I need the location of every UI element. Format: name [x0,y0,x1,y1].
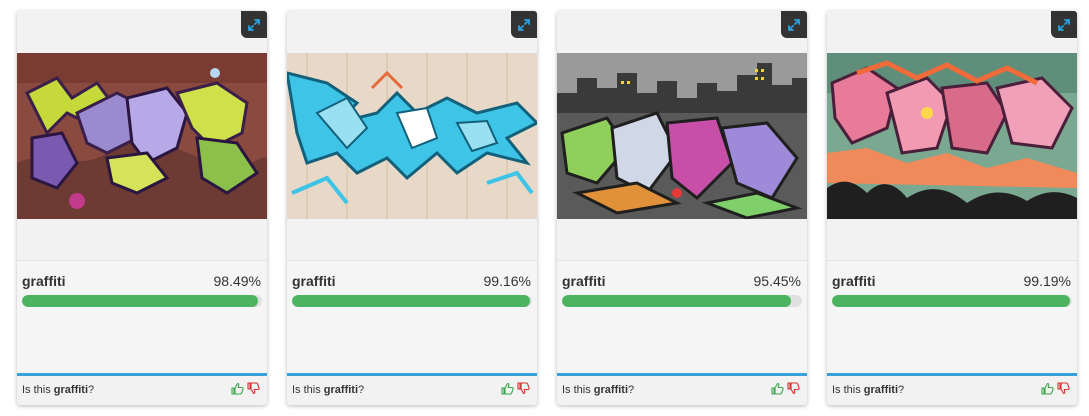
thumbs-up-icon[interactable] [501,382,514,395]
graffiti-image[interactable] [17,53,267,219]
prediction-result: graffiti 99.16% [287,260,537,373]
expand-button[interactable] [241,11,267,38]
feedback-bar: Is this graffiti? [287,373,537,405]
confidence-bar-fill [562,295,792,307]
prediction-card: graffiti 99.16% Is this graffiti? [287,11,537,405]
expand-icon [787,18,801,32]
prediction-result: graffiti 99.19% [827,260,1077,373]
prediction-card: graffiti 99.19% Is this graffiti? [827,11,1077,405]
confidence-bar-fill [22,295,259,307]
prediction-card: graffiti 98.49% Is this graffiti? [17,11,267,405]
graffiti-image[interactable] [287,53,537,219]
feedback-bar: Is this graffiti? [17,373,267,405]
feedback-question: Is this graffiti? [292,384,365,396]
graffiti-image[interactable] [827,53,1077,219]
thumbs-up-icon[interactable] [771,382,784,395]
feedback-bar: Is this graffiti? [827,373,1077,405]
graffiti-image[interactable] [557,53,807,219]
confidence-bar [292,295,532,307]
thumbs-up-icon[interactable] [1041,382,1054,395]
thumbs-down-icon[interactable] [1057,382,1070,395]
feedback-question: Is this graffiti? [22,384,95,396]
thumbs-down-icon[interactable] [247,382,260,395]
expand-icon [247,18,261,32]
expand-button[interactable] [781,11,807,38]
expand-icon [517,18,531,32]
confidence-bar [562,295,802,307]
label-name: graffiti [292,273,336,289]
label-name: graffiti [22,273,66,289]
thumbs-down-icon[interactable] [787,382,800,395]
label-score: 99.19% [1023,273,1071,289]
feedback-question: Is this graffiti? [562,384,635,396]
confidence-bar [22,295,262,307]
feedback-bar: Is this graffiti? [557,373,807,405]
label-score: 98.49% [213,273,261,289]
expand-button[interactable] [1051,11,1077,38]
thumbs-down-icon[interactable] [517,382,530,395]
confidence-bar [832,295,1072,307]
results-grid: graffiti 98.49% Is this graffiti? graffi… [0,0,1089,416]
confidence-bar-fill [292,295,530,307]
prediction-result: graffiti 95.45% [557,260,807,373]
label-name: graffiti [562,273,606,289]
prediction-card: graffiti 95.45% Is this graffiti? [557,11,807,405]
thumbs-up-icon[interactable] [231,382,244,395]
expand-icon [1057,18,1071,32]
label-name: graffiti [832,273,876,289]
confidence-bar-fill [832,295,1071,307]
label-score: 99.16% [483,273,531,289]
prediction-result: graffiti 98.49% [17,260,267,373]
expand-button[interactable] [511,11,537,38]
label-score: 95.45% [753,273,801,289]
feedback-question: Is this graffiti? [832,384,905,396]
